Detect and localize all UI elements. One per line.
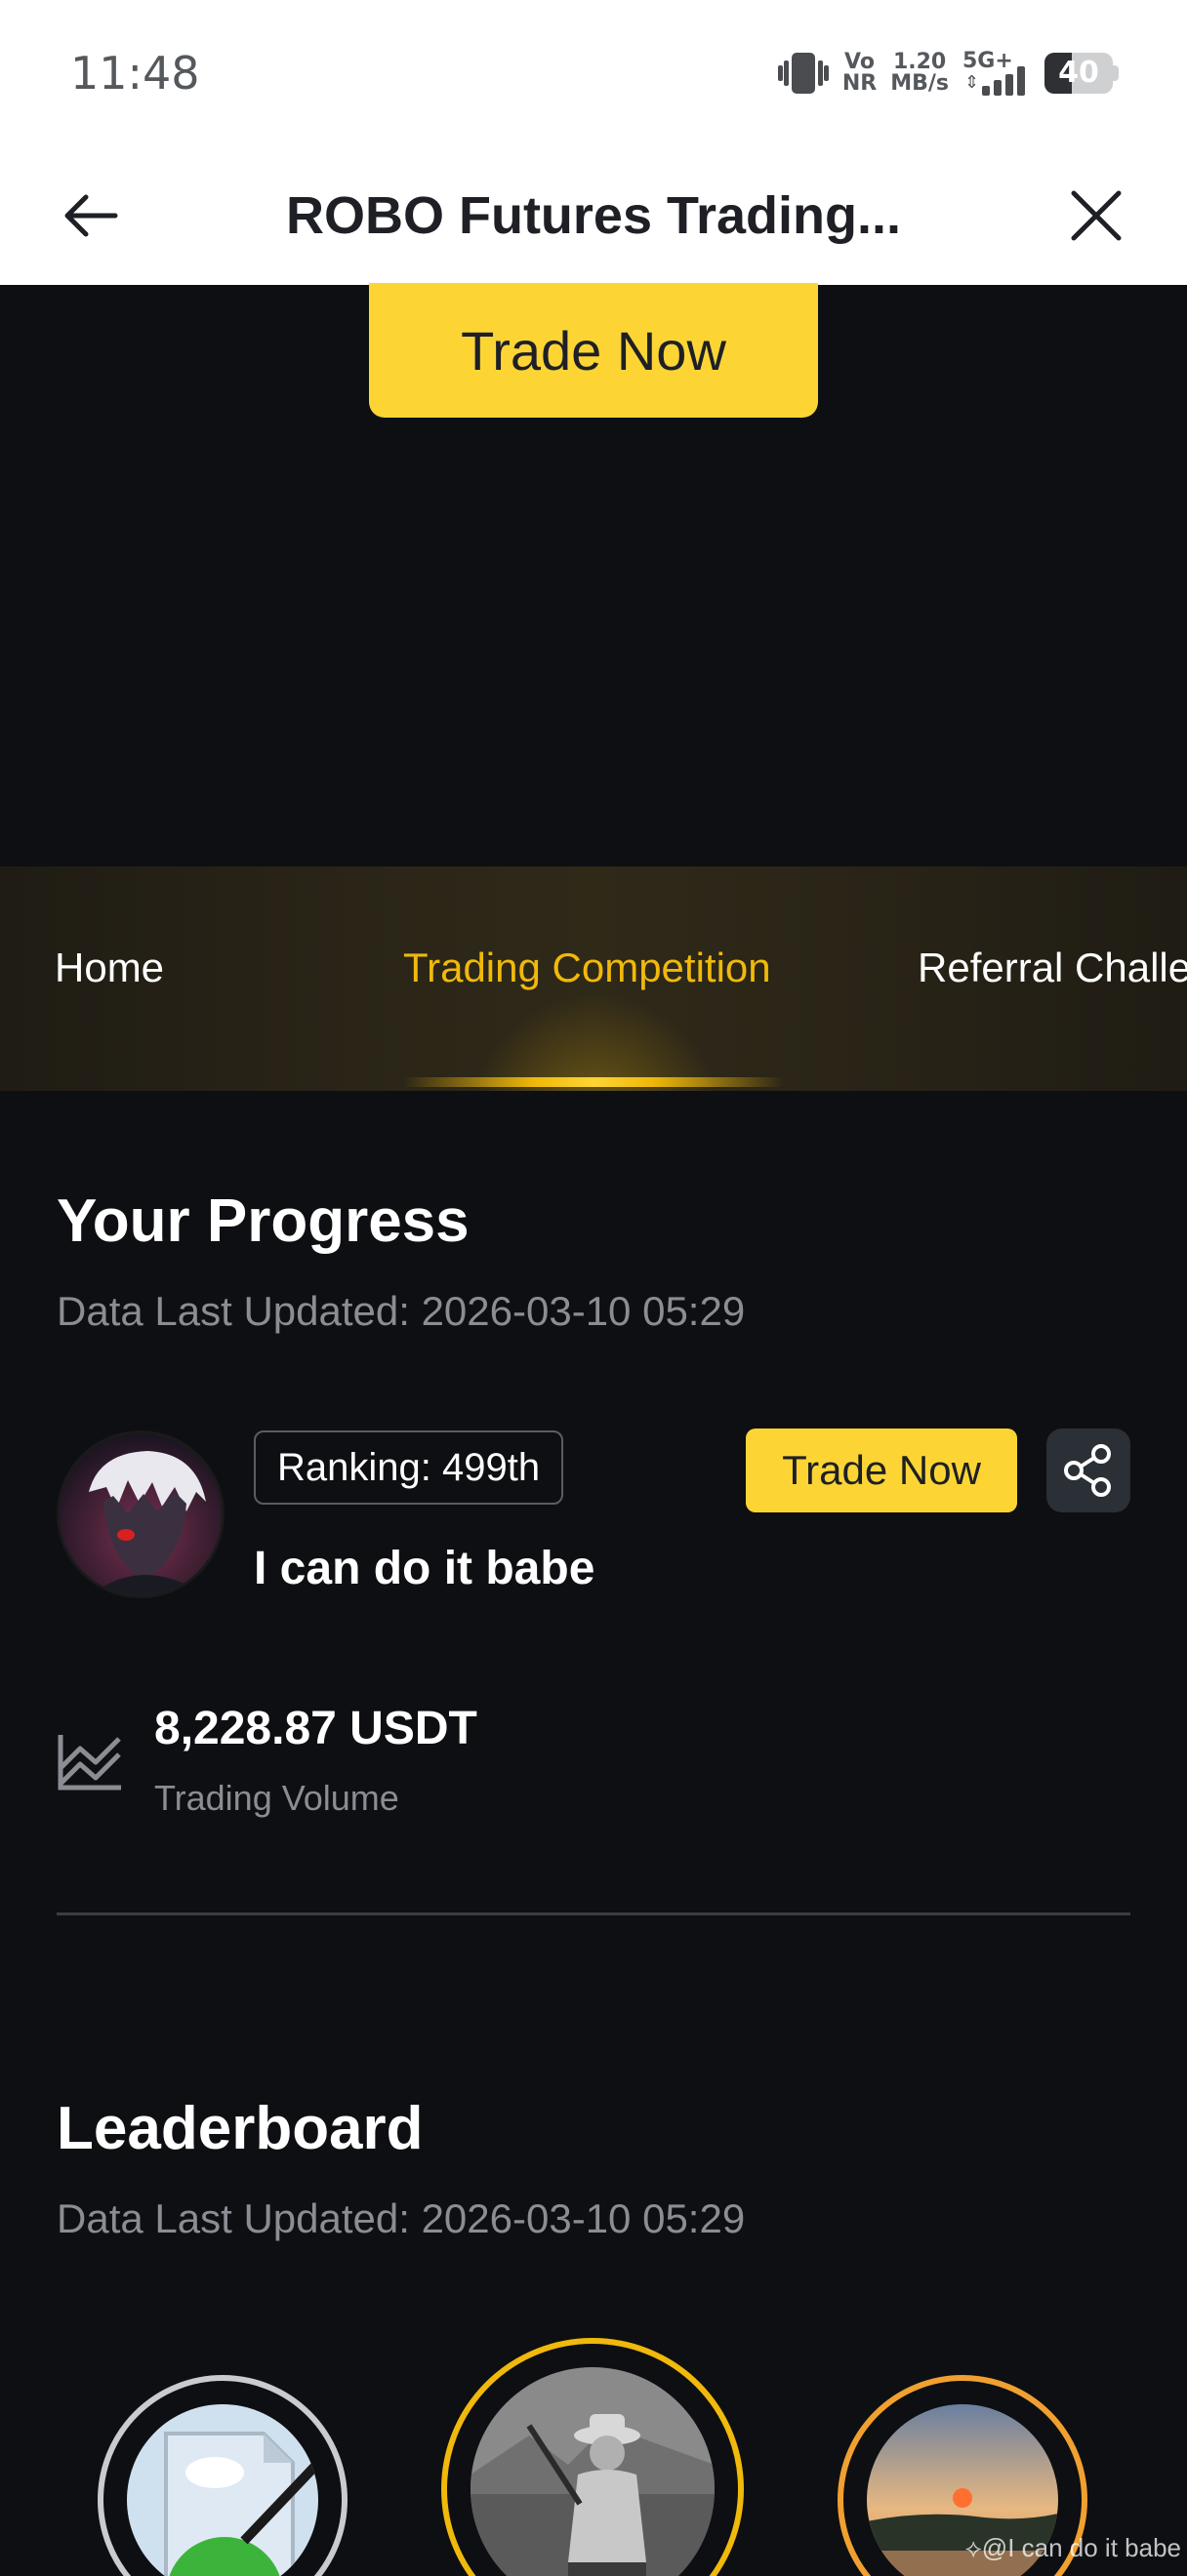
network-type: 5G+: [962, 49, 1013, 73]
username: I can do it babe: [254, 1543, 595, 1594]
tab-home[interactable]: Home: [55, 945, 164, 991]
tab-bar: Home Trading Competition Referral Challe: [0, 866, 1187, 1091]
leaderboard-rank-1-avatar[interactable]: [441, 2338, 744, 2576]
ranking-badge: Ranking: 499th: [254, 1430, 564, 1505]
battery-level: 40: [1058, 56, 1099, 90]
leaderboard-title: Leaderboard: [57, 2095, 424, 2162]
divider: [57, 1912, 1130, 1915]
battery-icon: 40: [1044, 53, 1119, 94]
status-bar: 11:48 Vo NR 1.20 MB/s 5G+ ⇕ 40: [0, 0, 1187, 146]
status-time: 11:48: [70, 47, 200, 100]
network-speed: 1.20 MB/s: [890, 50, 949, 96]
tab-trading-competition[interactable]: Trading Competition: [403, 945, 771, 991]
chart-area-icon: [57, 1727, 125, 1795]
tab-referral-challenge[interactable]: Referral Challe: [918, 945, 1187, 991]
avatar: [57, 1430, 225, 1598]
status-icons: Vo NR 1.20 MB/s 5G+ ⇕ 40: [777, 49, 1119, 98]
share-button[interactable]: [1046, 1429, 1130, 1512]
signal-icon: 5G+ ⇕: [962, 49, 1031, 98]
active-tab-indicator: [403, 1077, 784, 1087]
share-icon: [1064, 1444, 1111, 1497]
trade-now-button[interactable]: Trade Now: [369, 283, 818, 418]
trading-volume-value: 8,228.87 USDT: [154, 1703, 477, 1754]
volte-indicator: Vo NR: [841, 50, 878, 96]
close-icon: [1071, 190, 1122, 241]
active-tab-glow: [459, 984, 732, 1091]
progress-title: Your Progress: [57, 1187, 470, 1255]
watermark: ⟡@I can do it babe: [964, 2533, 1181, 2562]
leaderboard-updated: Data Last Updated: 2026-03-10 05:29: [57, 2195, 746, 2241]
leaderboard-rank-2-avatar[interactable]: [98, 2375, 348, 2576]
vibrate-icon: [777, 51, 829, 96]
progress-updated: Data Last Updated: 2026-03-10 05:29: [57, 1288, 746, 1334]
app-logo-icon: ⟡: [964, 2533, 982, 2562]
close-button[interactable]: [1064, 183, 1128, 248]
app-header: ROBO Futures Trading...: [0, 146, 1187, 285]
page-title: ROBO Futures Trading...: [285, 186, 902, 245]
arrow-left-icon: [64, 194, 118, 237]
trading-volume-label: Trading Volume: [154, 1778, 399, 1818]
progress-trade-now-button[interactable]: Trade Now: [746, 1429, 1017, 1512]
back-button[interactable]: [59, 183, 123, 248]
